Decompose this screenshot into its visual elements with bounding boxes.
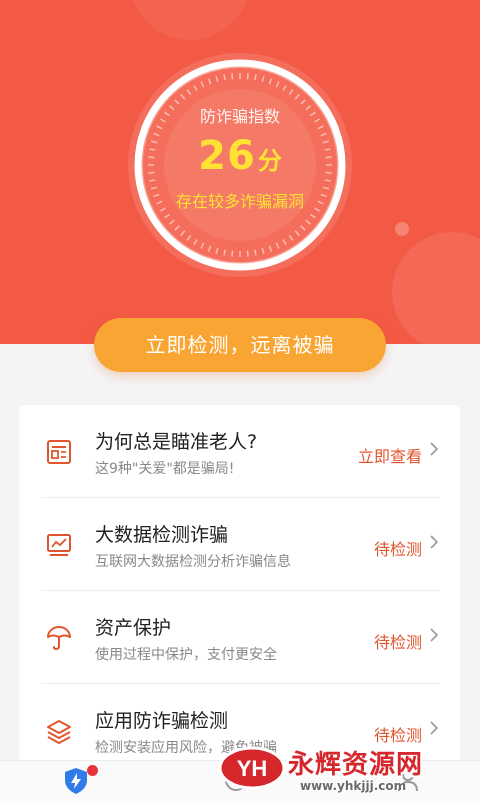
item-title: 应用防诈骗检测 [95,710,229,732]
watermark-text: 永辉资源网 [288,750,424,780]
item-action-label[interactable]: 待检测 [374,629,422,653]
item-action-label[interactable]: 立即查看 [358,443,422,467]
feature-list-card: 为何总是瞄准老人? 这9种"关爱"都是骗局! 立即查看 大数据检测诈骗 互联网大… [19,405,460,765]
gauge-tick [324,179,331,182]
list-item-elderly-scams[interactable]: 为何总是瞄准老人? 这9种"关爱"都是骗局! 立即查看 [19,405,460,498]
list-item-big-data-detection[interactable]: 大数据检测诈骗 互联网大数据检测分析诈骗信息 待检测 [19,498,460,591]
watermark-logo: YH [218,746,286,790]
decorative-circle [130,0,250,40]
decorative-circle [392,232,480,344]
item-subtitle: 使用过程中保护，支付更安全 [95,647,277,663]
list-item-asset-protection[interactable]: 资产保护 使用过程中保护，支付更安全 待检测 [19,591,460,684]
gauge-tick [246,73,249,80]
gauge-tick [223,249,226,256]
gauge-tick [149,179,156,182]
notification-dot [87,765,98,776]
gauge-tick [254,74,257,81]
chart-monitor-icon [47,534,71,556]
chevron-right-icon [430,628,438,642]
chevron-right-icon [430,535,438,549]
score-display: 26分 [120,133,360,179]
gauge-tick [231,250,234,257]
layers-icon [47,720,71,744]
watermark-url: www.yhkjjj.com [300,779,407,793]
gauge-tick [246,250,249,257]
score-value: 26 [198,133,256,179]
detect-now-button[interactable]: 立即检测，远离被骗 [94,318,386,372]
shield-lightning-icon[interactable] [64,767,88,795]
decorative-dot [395,222,409,236]
score-unit: 分 [257,147,282,175]
item-subtitle: 互联网大数据检测分析诈骗信息 [95,554,291,570]
chevron-right-icon [430,442,438,456]
gauge-tick [223,74,226,81]
news-article-icon [47,440,71,464]
gauge-description: 存在较多诈骗漏洞 [175,192,304,211]
fraud-index-gauge: 防诈骗指数 26分 存在较多诈骗漏洞 [120,45,360,285]
chevron-right-icon [430,721,438,735]
gauge-title: 防诈骗指数 [199,107,280,126]
item-action-label[interactable]: 待检测 [374,536,422,560]
item-title: 资产保护 [95,617,172,639]
umbrella-icon [47,626,71,651]
item-title: 大数据检测诈骗 [95,524,229,546]
item-title: 为何总是瞄准老人? [95,431,258,453]
hero-banner: 防诈骗指数 26分 存在较多诈骗漏洞 [0,0,480,344]
item-subtitle: 这9种"关爱"都是骗局! [95,461,235,477]
svg-text:YH: YH [237,756,268,781]
gauge-tick [231,73,234,80]
item-action-label[interactable]: 待检测 [374,722,422,746]
gauge-tick [254,249,257,256]
